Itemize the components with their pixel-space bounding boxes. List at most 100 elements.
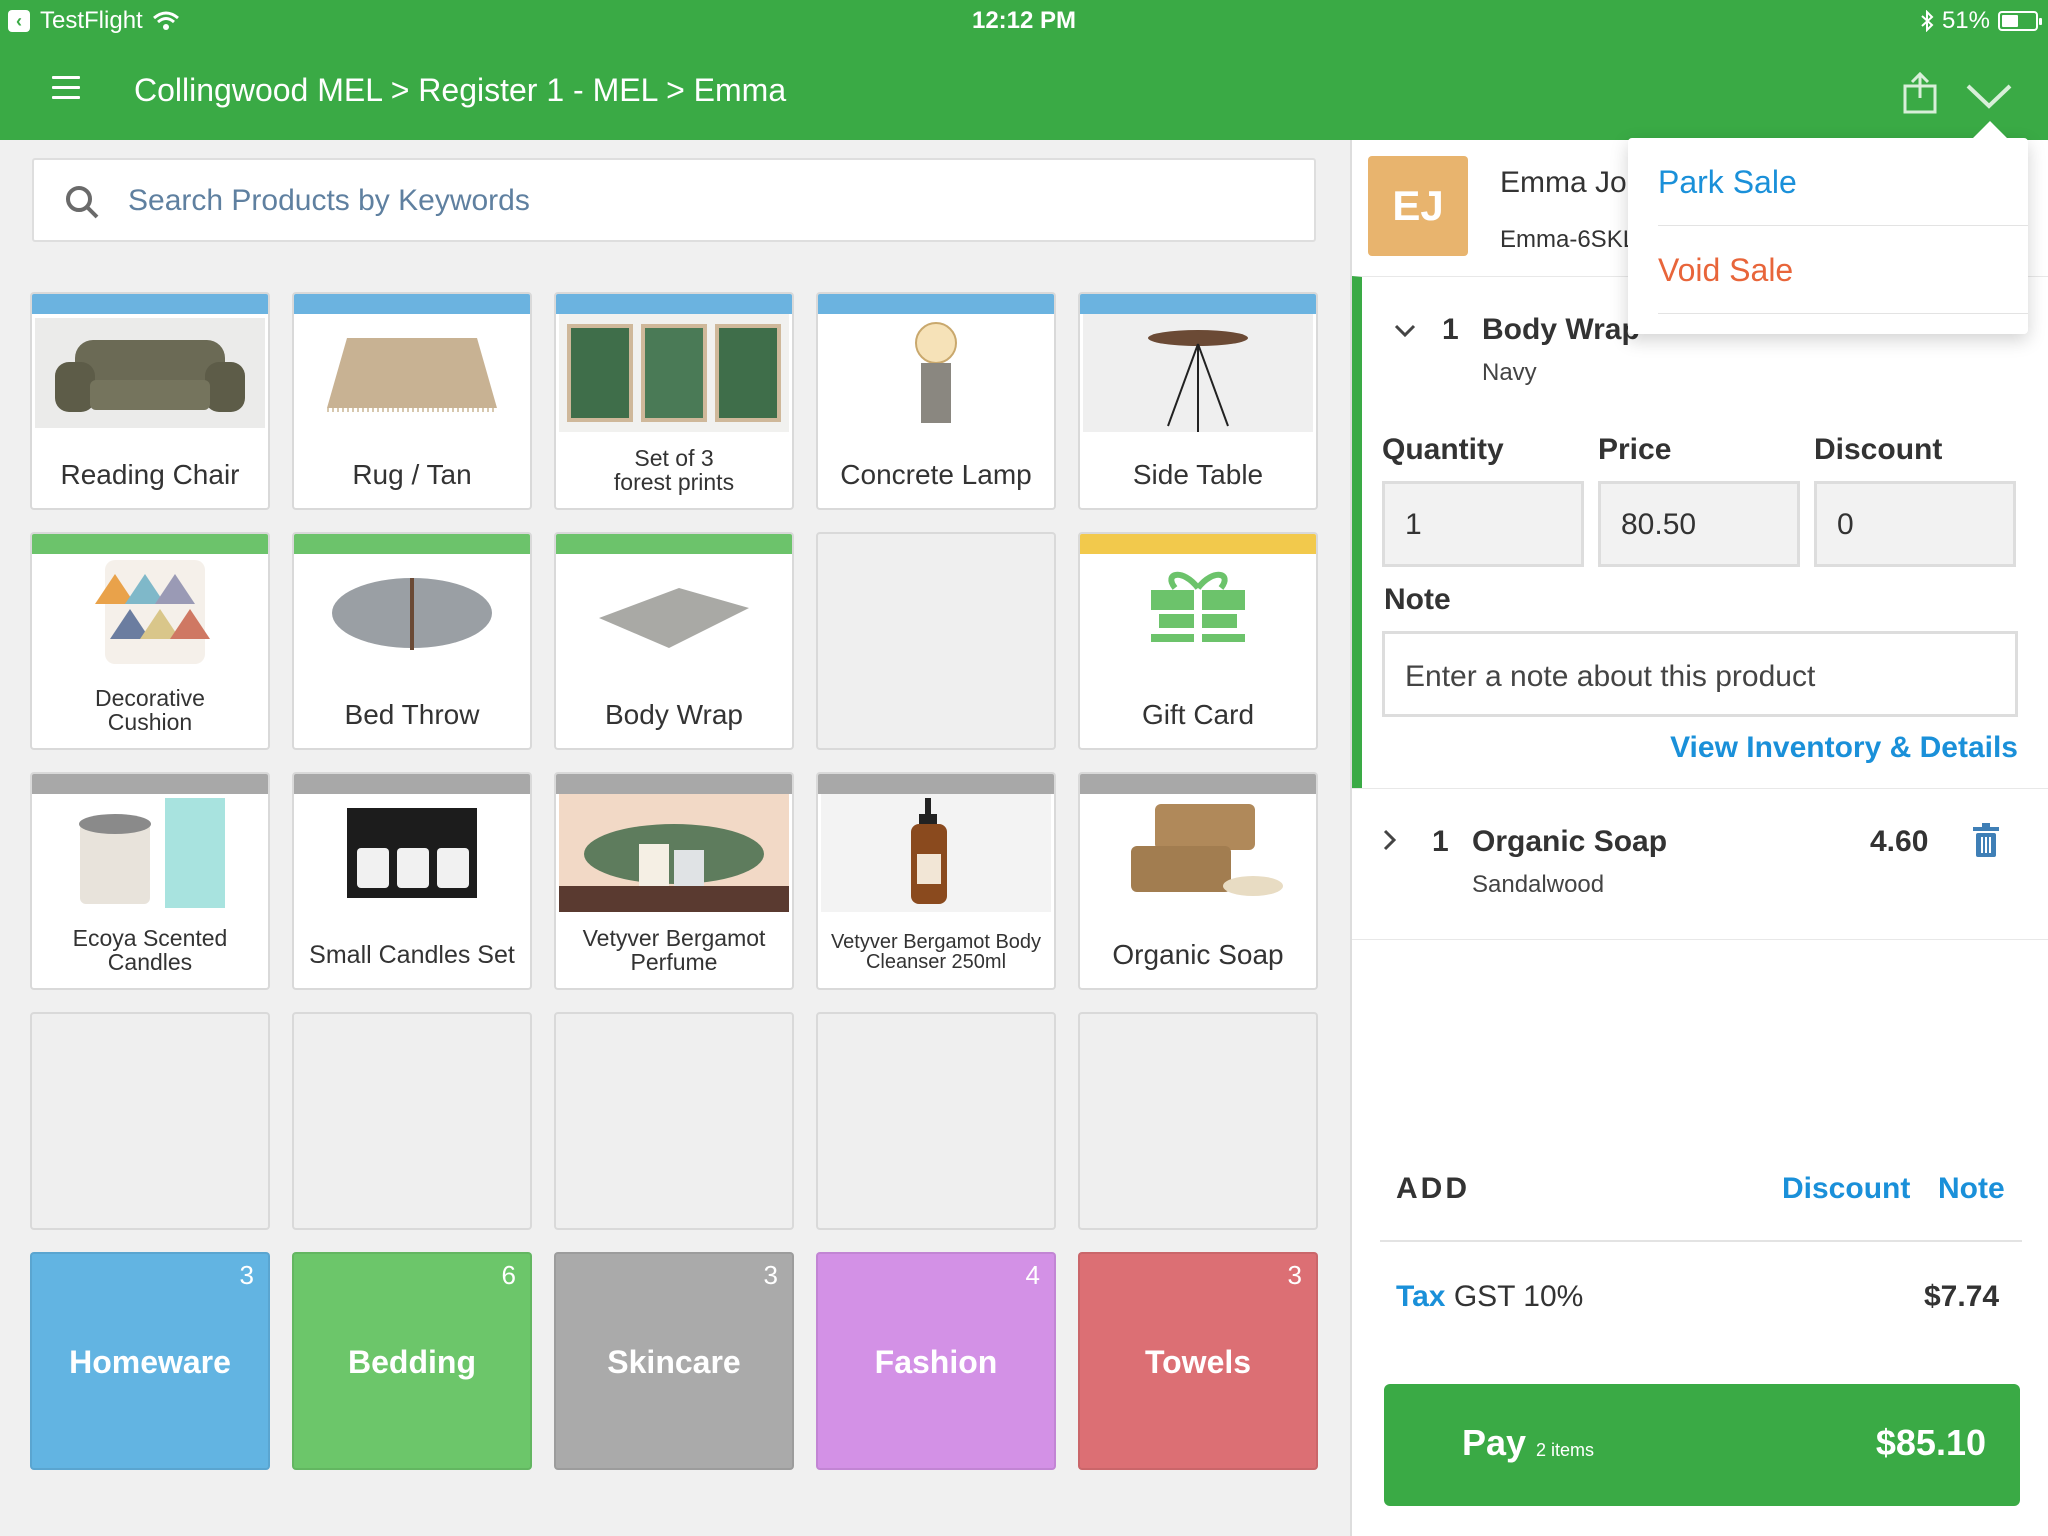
product-label: Set of 3 forest prints: [613, 445, 735, 495]
empty-product-slot[interactable]: [30, 1012, 270, 1230]
status-bar: ‹ TestFlight 12:12 PM 51%: [0, 0, 2048, 42]
product-label: Vetyver Bergamot Body Cleanser 250ml: [830, 931, 1042, 973]
concrete-lamp-image: [820, 314, 1052, 432]
category-name: Fashion: [874, 1344, 998, 1380]
category-count: 3: [1287, 1260, 1302, 1290]
product-tile-gift-card[interactable]: Gift Card: [1078, 532, 1318, 750]
ecoya-candles-image: [34, 794, 266, 912]
product-tile-vetyver-body-cleanser[interactable]: Vetyver Bergamot Body Cleanser 250ml: [816, 772, 1056, 990]
tax-label: GST 10%: [1453, 1280, 1584, 1313]
product-tile-organic-soap[interactable]: Organic Soap: [1078, 772, 1318, 990]
customer-avatar[interactable]: EJ: [1368, 156, 1468, 256]
line-quantity: 1: [1442, 313, 1459, 346]
product-tile-reading-chair[interactable]: Reading Chair: [30, 292, 270, 510]
line-item-name: Organic Soap: [1472, 825, 1668, 858]
category-count: 3: [763, 1260, 778, 1290]
product-tile-ecoya-candles[interactable]: Ecoya Scented Candles: [30, 772, 270, 990]
product-label: Vetyver Bergamot Perfume: [582, 925, 766, 975]
view-inventory-link[interactable]: View Inventory & Details: [1670, 731, 2018, 765]
reading-chair-image: [34, 314, 266, 432]
category-bedding[interactable]: 6 Bedding: [292, 1252, 532, 1470]
product-label: Body Wrap: [605, 699, 743, 730]
category-homeware[interactable]: 3 Homeware: [30, 1252, 270, 1470]
tax-row: Tax GST 10% $7.74: [1396, 1280, 2000, 1314]
empty-product-slot[interactable]: [816, 1012, 1056, 1230]
add-note-button[interactable]: Note: [1938, 1172, 2005, 1206]
search-icon: [66, 186, 99, 219]
product-tile-body-wrap[interactable]: Body Wrap: [554, 532, 794, 750]
tax-amount: $7.74: [1924, 1280, 2000, 1313]
empty-product-slot[interactable]: [816, 532, 1056, 750]
park-sale-item[interactable]: Park Sale: [1658, 138, 2028, 226]
hamburger-menu-icon[interactable]: [52, 76, 80, 99]
pay-total: $85.10: [1875, 1422, 1986, 1463]
top-bar: ‹ TestFlight 12:12 PM 51% Collingwood ME…: [0, 0, 2048, 140]
product-tile-bed-throw[interactable]: Bed Throw: [292, 532, 532, 750]
body-wrap-image: [558, 554, 790, 672]
line-item-price: 4.60: [1870, 825, 1929, 858]
pay-button[interactable]: Pay 2 items $85.10: [1384, 1384, 2020, 1506]
body-cleanser-image: [820, 794, 1052, 912]
empty-product-slot[interactable]: [1078, 1012, 1318, 1230]
cart-line-item[interactable]: 1 Organic Soap Sandalwood 4.60: [1352, 788, 2048, 940]
category-towels[interactable]: 3 Towels: [1078, 1252, 1318, 1470]
quantity-field[interactable]: 1: [1382, 481, 1584, 567]
product-label: Side Table: [1132, 459, 1264, 490]
product-label: Small Candles Set: [309, 941, 515, 969]
product-tile-rug-tan[interactable]: Rug / Tan: [292, 292, 532, 510]
product-tile-decorative-cushion[interactable]: Decorative Cushion: [30, 532, 270, 750]
product-tile-concrete-lamp[interactable]: Concrete Lamp: [816, 292, 1056, 510]
product-tile-side-table[interactable]: Side Table: [1078, 292, 1318, 510]
breadcrumb: Collingwood MEL > Register 1 - MEL > Emm…: [134, 72, 787, 108]
product-label: Organic Soap: [1112, 939, 1284, 970]
share-icon[interactable]: [1900, 70, 1940, 114]
gift-icon: [1082, 554, 1314, 672]
add-row: ADD Discount Note: [1380, 1150, 2022, 1242]
vetyver-perfume-image: [558, 794, 790, 912]
empty-product-slot[interactable]: [292, 1012, 532, 1230]
battery-percent: 51%: [1941, 7, 1990, 34]
discount-field[interactable]: 0: [1814, 481, 2016, 567]
line-item-variant: Sandalwood: [1472, 871, 1605, 898]
side-table-image: [1082, 314, 1314, 432]
product-tile-small-candles-set[interactable]: Small Candles Set: [292, 772, 532, 990]
category-fashion[interactable]: 4 Fashion: [816, 1252, 1056, 1470]
category-name: Bedding: [348, 1344, 476, 1380]
product-label: Rug / Tan: [352, 459, 472, 490]
bluetooth-icon: [1921, 10, 1934, 32]
line-item-variant: Navy: [1482, 359, 1537, 386]
search-input[interactable]: [128, 176, 1278, 226]
product-label: Ecoya Scented Candles: [72, 925, 228, 975]
cart-line-active: 1 Body Wrap Navy Quantity Price Discount…: [1352, 276, 2048, 788]
add-discount-button[interactable]: Discount: [1782, 1172, 1910, 1206]
chevron-right-icon[interactable]: [1382, 829, 1398, 851]
small-candles-image: [296, 794, 528, 912]
line-item-name: Body Wrap: [1482, 313, 1640, 346]
category-name: Homeware: [69, 1344, 231, 1380]
bed-throw-image: [296, 554, 528, 672]
product-label: Gift Card: [1141, 699, 1255, 730]
chevron-down-icon[interactable]: [1394, 323, 1416, 339]
pay-label: Pay: [1462, 1422, 1527, 1463]
status-time: 12:12 PM: [971, 7, 1077, 34]
customer-name[interactable]: Emma Jor: [1500, 166, 1637, 200]
search-bar: [32, 158, 1316, 242]
pay-items-count: 2 items: [1536, 1440, 1595, 1460]
note-field[interactable]: Enter a note about this product: [1382, 631, 2018, 717]
sale-actions-dropdown: Park Sale Void Sale: [1628, 138, 2028, 334]
category-count: 3: [239, 1260, 254, 1290]
product-tile-forest-prints[interactable]: Set of 3 forest prints: [554, 292, 794, 510]
void-sale-item[interactable]: Void Sale: [1658, 226, 2028, 314]
price-field[interactable]: 80.50: [1598, 481, 1800, 567]
empty-product-slot[interactable]: [554, 1012, 794, 1230]
category-skincare[interactable]: 3 Skincare: [554, 1252, 794, 1470]
trash-icon[interactable]: [1972, 823, 2000, 857]
product-label: Concrete Lamp: [840, 459, 1032, 490]
product-tile-vetyver-perfume[interactable]: Vetyver Bergamot Perfume: [554, 772, 794, 990]
decorative-cushion-image: [34, 554, 266, 672]
tax-link[interactable]: Tax: [1396, 1280, 1445, 1313]
line-quantity: 1: [1432, 825, 1449, 858]
forest-prints-image: [558, 314, 790, 432]
product-label: Bed Throw: [344, 699, 480, 730]
chevron-down-icon[interactable]: [1964, 80, 2014, 110]
